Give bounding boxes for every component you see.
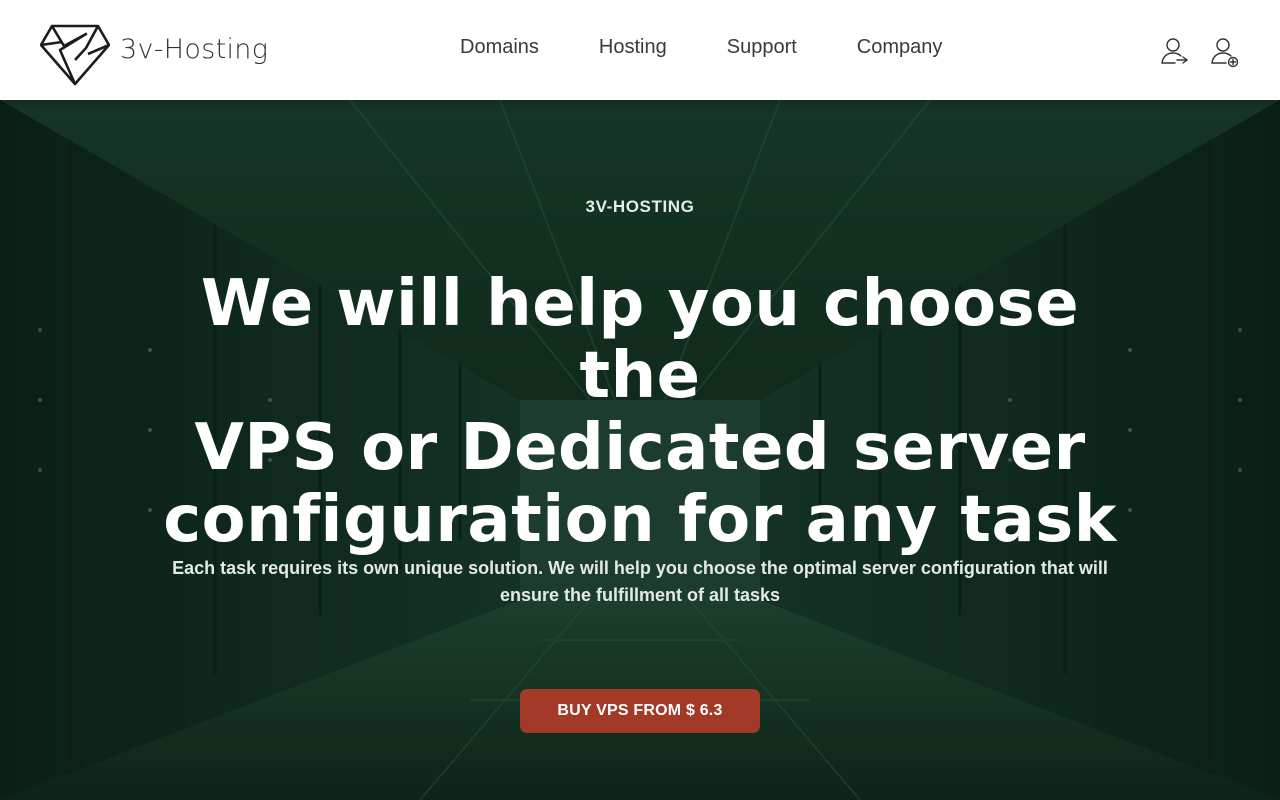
hero-title-line: VPS or Dedicated server: [194, 411, 1086, 485]
buy-vps-button[interactable]: BUY VPS FROM $ 6.3: [520, 689, 760, 733]
hero-title-line: We will help you choose the: [200, 267, 1080, 413]
site-header: 3v-Hosting Domains Hosting Support Compa…: [0, 0, 1280, 100]
user-add-icon: [1211, 38, 1239, 68]
hero-section: 3V-HOSTING We will help you choose the V…: [0, 100, 1280, 800]
brand-logo-link[interactable]: 3v-Hosting: [40, 24, 268, 86]
main-nav: Domains Hosting Support Company: [460, 36, 942, 59]
nav-item-support[interactable]: Support: [727, 36, 797, 59]
hero-subtitle: Each task requires its own unique soluti…: [172, 558, 1108, 605]
nav-item-hosting[interactable]: Hosting: [599, 36, 667, 59]
diamond-logo-icon: [40, 24, 110, 86]
signup-button[interactable]: [1210, 36, 1240, 68]
user-login-icon: [1161, 38, 1189, 64]
hero-eyebrow: 3V-HOSTING: [585, 197, 695, 216]
brand-name: 3v-Hosting: [120, 33, 269, 65]
nav-item-company[interactable]: Company: [857, 36, 943, 59]
nav-item-domains[interactable]: Domains: [460, 36, 539, 59]
login-button[interactable]: [1160, 36, 1190, 68]
hero-title-line: configuration for any task: [163, 483, 1117, 557]
hero-title: We will help you choose the VPS or Dedic…: [140, 268, 1140, 556]
